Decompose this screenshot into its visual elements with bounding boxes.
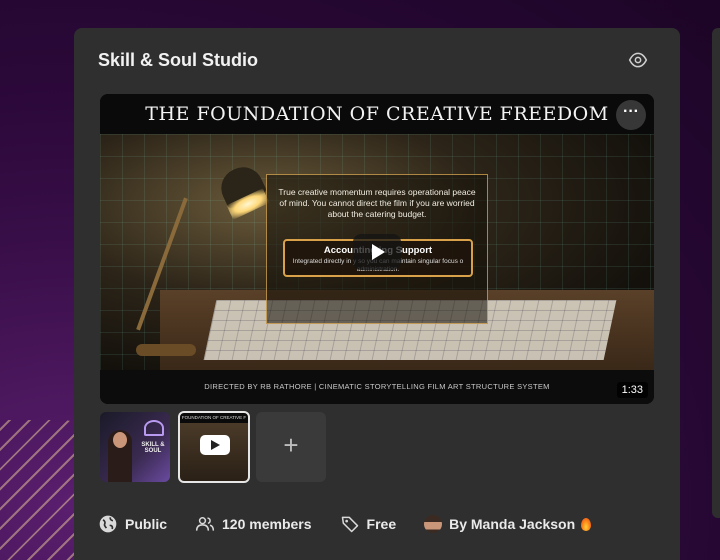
more-options-button[interactable]: ··· [616,100,646,130]
play-button[interactable] [353,234,401,270]
members-item[interactable]: 120 members [195,514,312,534]
group-card: Skill & Soul Studio THE FOUNDATION OF CR… [74,28,680,560]
play-icon [200,435,230,455]
video-heading: THE FOUNDATION OF CREATIVE FREEDOM [100,94,654,134]
thumbnail-face [113,432,127,448]
video-credits: DIRECTED BY RB RATHORE | CINEMATIC STORY… [100,370,654,404]
lamp-base [136,344,196,356]
thumbnail-video-title: FOUNDATION OF CREATIVE F [181,415,247,420]
members-count: 120 members [222,516,312,532]
card-header: Skill & Soul Studio [98,48,656,72]
adjacent-panel-edge [712,28,720,518]
tag-icon [341,516,358,533]
group-meta: Public 120 members Free By Manda Jackson [98,512,619,536]
video-player[interactable]: THE FOUNDATION OF CREATIVE FREEDOM True … [100,94,654,404]
visibility-label: Public [125,516,168,532]
thumbnail-logo-text: SKILL & SOUL [141,442,165,454]
visibility-item: Public [98,514,167,534]
avatar [424,515,443,533]
add-media-button[interactable]: + [256,412,326,482]
author-name: By Manda Jackson [449,516,576,532]
panel-text: True creative momentum requires operatio… [278,187,476,219]
thumbnail-video-selected[interactable]: FOUNDATION OF CREATIVE F [178,411,250,483]
globe-icon [99,515,117,533]
thumbnail-image[interactable]: SKILL & SOUL [100,412,170,482]
group-title: Skill & Soul Studio [98,50,259,70]
price-label: Free [366,516,397,532]
lotus-logo-icon [144,420,164,436]
users-icon [195,517,215,531]
video-frame: True creative momentum requires operatio… [100,134,654,370]
video-duration: 1:33 [616,382,648,398]
price-item: Free [340,514,397,534]
fire-icon [581,517,592,531]
author-item[interactable]: By Manda Jackson [424,515,592,533]
eye-icon[interactable] [628,50,648,70]
